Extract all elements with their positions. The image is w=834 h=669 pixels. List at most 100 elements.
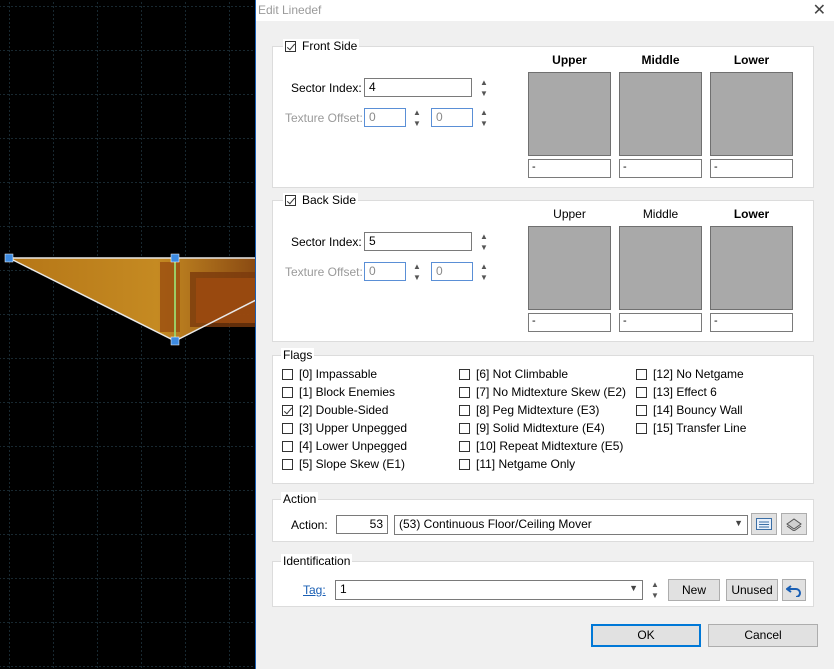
flag-double-sided[interactable]: [2] Double-Sided (282, 403, 388, 417)
edit-linedef-dialog: Edit Linedef ✕ Front Side Sector Index: … (255, 0, 834, 669)
front-middle-texture[interactable] (619, 72, 702, 156)
front-offset-label: Texture Offset: (285, 111, 363, 125)
flag-checkbox[interactable] (282, 458, 293, 470)
unused-tag-button[interactable]: Unused (726, 579, 778, 601)
flag-upper-unpegged[interactable]: [3] Upper Unpegged (282, 421, 407, 435)
back-offset-x-input[interactable]: 0 (364, 262, 406, 281)
flag-checkbox[interactable] (282, 368, 293, 380)
flag-checkbox[interactable] (459, 422, 470, 434)
flags-label: Flags (281, 348, 315, 362)
front-middle-header: Middle (641, 53, 680, 67)
list-icon (756, 518, 772, 530)
back-sector-input[interactable]: 5 (364, 232, 472, 251)
map-editor-canvas[interactable] (0, 0, 256, 669)
flag-bouncy-wall[interactable]: [14] Bouncy Wall (636, 403, 743, 417)
flag-block-enemies[interactable]: [1] Block Enemies (282, 385, 395, 399)
flag-checkbox[interactable] (459, 404, 470, 416)
front-lower-texture[interactable] (710, 72, 793, 156)
back-sector-spinner[interactable]: ▲ ▼ (477, 231, 491, 253)
tag-select[interactable]: 1 ▼ (335, 580, 643, 600)
front-middle-texture-name[interactable]: - (619, 159, 702, 178)
flag-checkbox[interactable] (459, 368, 470, 380)
front-offset-x-input[interactable]: 0 (364, 108, 406, 127)
flag-not-climbable[interactable]: [6] Not Climbable (459, 367, 568, 381)
flag-checkbox[interactable] (459, 386, 470, 398)
front-sector-spinner[interactable]: ▲ ▼ (477, 77, 491, 99)
front-lower-texture-name[interactable]: - (710, 159, 793, 178)
back-middle-texture-name[interactable]: - (619, 313, 702, 332)
back-offset-y-input[interactable]: 0 (431, 262, 473, 281)
flags-group: Flags [0] Impassable [1] Block Enemies [… (272, 348, 814, 484)
back-lower-texture[interactable] (710, 226, 793, 310)
new-tag-button[interactable]: New (668, 579, 720, 601)
identification-group: Identification Tag: 1 ▼ ▲ ▼ New Unused (272, 554, 814, 607)
back-offset-x-spinner[interactable]: ▲ ▼ (410, 261, 424, 283)
back-upper-texture[interactable] (528, 226, 611, 310)
action-help-button[interactable] (781, 513, 807, 535)
back-upper-header: Upper (553, 207, 586, 221)
back-side-header[interactable]: Back Side (283, 193, 359, 207)
tag-spinner[interactable]: ▲ ▼ (648, 579, 662, 601)
action-group: Action Action: 53 (53) Continuous Floor/… (272, 492, 814, 542)
flag-no-netgame[interactable]: [12] No Netgame (636, 367, 744, 381)
chevron-down-icon: ▼ (734, 518, 743, 528)
action-group-label: Action (281, 492, 319, 506)
flag-checkbox[interactable] (282, 440, 293, 452)
map-grid (0, 0, 256, 669)
front-lower-header: Lower (733, 53, 770, 67)
flag-repeat-midtexture[interactable]: [10] Repeat Midtexture (E5) (459, 439, 623, 453)
front-side-group: Front Side Sector Index: 4 ▲ ▼ Texture Of… (272, 39, 814, 188)
tag-link[interactable]: Tag: (303, 583, 326, 597)
flag-checkbox[interactable] (636, 404, 647, 416)
flag-checkbox[interactable] (282, 386, 293, 398)
flag-checkbox[interactable] (636, 386, 647, 398)
close-icon[interactable]: ✕ (813, 0, 826, 20)
front-upper-texture[interactable] (528, 72, 611, 156)
undo-tag-button[interactable] (782, 579, 806, 601)
flag-peg-midtexture[interactable]: [8] Peg Midtexture (E3) (459, 403, 599, 417)
back-middle-header: Middle (642, 207, 679, 221)
back-sector-label: Sector Index: (291, 235, 362, 249)
flag-checkbox[interactable] (636, 422, 647, 434)
ok-button[interactable]: OK (591, 624, 701, 647)
book-icon (786, 518, 802, 531)
action-select[interactable]: (53) Continuous Floor/Ceiling Mover ▼ (394, 515, 748, 535)
flag-impassable[interactable]: [0] Impassable (282, 367, 377, 381)
cancel-button[interactable]: Cancel (708, 624, 818, 647)
back-offset-y-spinner[interactable]: ▲ ▼ (477, 261, 491, 283)
title-bar: Edit Linedef ✕ (256, 0, 834, 21)
front-sector-input[interactable]: 4 (364, 78, 472, 97)
back-lower-texture-name[interactable]: - (710, 313, 793, 332)
flag-no-midtexture-skew[interactable]: [7] No Midtexture Skew (E2) (459, 385, 626, 399)
back-side-checkbox[interactable] (285, 194, 296, 206)
flag-effect-6[interactable]: [13] Effect 6 (636, 385, 717, 399)
front-upper-texture-name[interactable]: - (528, 159, 611, 178)
flag-solid-midtexture[interactable]: [9] Solid Midtexture (E4) (459, 421, 605, 435)
action-browse-button[interactable] (751, 513, 777, 535)
undo-icon (786, 585, 801, 597)
front-offset-x-spinner[interactable]: ▲ ▼ (410, 107, 424, 129)
back-offset-label: Texture Offset: (285, 265, 363, 279)
back-upper-texture-name[interactable]: - (528, 313, 611, 332)
front-side-label: Front Side (302, 39, 358, 53)
flag-checkbox[interactable] (282, 404, 293, 416)
front-side-header[interactable]: Front Side (283, 39, 360, 53)
flag-checkbox[interactable] (636, 368, 647, 380)
action-number-input[interactable]: 53 (336, 515, 388, 534)
action-selected-value: (53) Continuous Floor/Ceiling Mover (399, 517, 592, 531)
flag-lower-unpegged[interactable]: [4] Lower Unpegged (282, 439, 407, 453)
front-offset-y-input[interactable]: 0 (431, 108, 473, 127)
front-offset-y-spinner[interactable]: ▲ ▼ (477, 107, 491, 129)
dialog-title: Edit Linedef (258, 3, 322, 17)
flag-netgame-only[interactable]: [11] Netgame Only (459, 457, 575, 471)
flag-checkbox[interactable] (282, 422, 293, 434)
back-middle-texture[interactable] (619, 226, 702, 310)
identification-group-label: Identification (281, 554, 353, 568)
flag-checkbox[interactable] (459, 440, 470, 452)
flag-transfer-line[interactable]: [15] Transfer Line (636, 421, 746, 435)
back-side-label: Back Side (302, 193, 357, 207)
flag-checkbox[interactable] (459, 458, 470, 470)
flag-slope-skew[interactable]: [5] Slope Skew (E1) (282, 457, 405, 471)
front-side-checkbox[interactable] (285, 40, 296, 52)
chevron-down-icon: ▼ (629, 583, 638, 593)
